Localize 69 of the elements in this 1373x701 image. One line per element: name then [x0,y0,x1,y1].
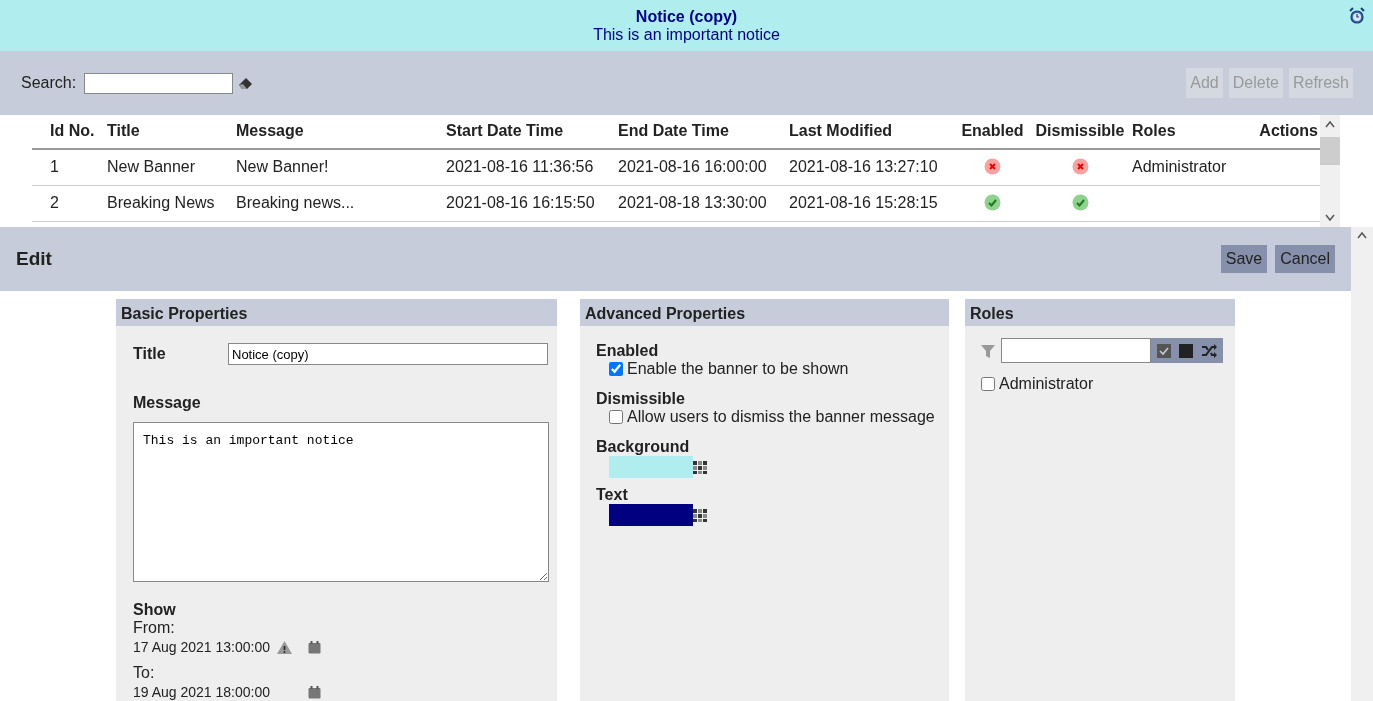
field-label: Dismissible [596,390,686,408]
field-label: Title [133,344,167,364]
table-cell: 2021-08-16 15:28:15 [789,194,938,211]
message-field[interactable]: This is an important notice [133,422,549,582]
table-cell: 2021-08-16 16:00:00 [618,158,767,175]
column-header: Id No. [50,122,95,139]
table-cell: 2021-08-16 11:36:56 [446,158,594,175]
column-header: End Date Time [618,122,729,139]
color-grid-icon[interactable] [693,460,707,474]
save-button[interactable]: Save [1220,245,1268,273]
alarm-clock-icon[interactable] [1349,7,1365,24]
search-field[interactable] [84,72,234,94]
column-header: Message [236,122,304,139]
table-cell: New Banner! [236,158,329,175]
table-cell: 2021-08-18 13:30:00 [618,194,767,211]
column-header: Enabled [961,122,1024,139]
checkbox-label: Enable the banner to be shown [627,360,849,378]
table-cell: 2021-08-16 16:15:50 [446,194,595,211]
date-value: 17 Aug 2021 13:00:00 [133,638,272,657]
shuffle-icon[interactable] [1201,343,1217,358]
scrollbar-thumb[interactable] [1320,137,1340,165]
color-swatch[interactable] [609,504,693,526]
scroll-down-icon[interactable] [1325,214,1335,222]
scroll-up-icon[interactable] [1357,231,1367,239]
banner-message: This is an important notice [593,26,780,43]
date-value: 19 Aug 2021 18:00:00 [133,683,272,701]
field-label: Message [133,393,202,413]
field-label: From: [133,619,176,637]
check-square-icon[interactable] [1157,343,1171,358]
square-icon[interactable] [1179,343,1193,358]
checkbox-label: Administrator [999,374,1094,394]
title-field[interactable]: Notice (copy) [228,343,548,365]
column-header: Actions [1259,122,1318,139]
field-label: To: [133,664,156,682]
table-cell: 1 [50,158,59,175]
color-grid-icon[interactable] [693,508,707,522]
column-header: Start Date Time [446,122,564,139]
section-title: Edit [16,246,52,271]
banner-title: Notice (copy) [635,8,738,26]
table-cell: Breaking News [107,194,215,211]
panel-header: Advanced Properties [580,299,949,326]
column-header: Roles [1132,122,1176,139]
checkbox[interactable] [981,377,995,391]
role-filter-field[interactable] [1001,338,1151,363]
panel-header: Basic Properties [116,299,557,326]
field-label: Background [596,438,691,456]
table-cell: New Banner [107,158,196,175]
table-cell: Administrator [1132,158,1227,175]
field-label: Enabled [596,342,660,360]
field-label: Text [596,486,629,504]
table-cell: Breaking news... [236,194,355,211]
column-header: Dismissible [1035,122,1125,139]
color-swatch[interactable] [609,456,693,478]
checkbox[interactable] [609,362,623,376]
eraser-icon[interactable] [237,76,255,90]
checkbox-label: Allow users to dismiss the banner message [627,408,935,426]
checkbox[interactable] [609,410,623,424]
cancel-button[interactable]: Cancel [1275,245,1335,273]
scroll-up-icon[interactable] [1325,120,1335,128]
table-cell: 2 [50,194,59,211]
panel-header: Roles [965,299,1235,326]
calendar-icon[interactable] [308,686,321,699]
table-cell: 2021-08-16 13:27:10 [789,158,938,175]
column-header: Last Modified [789,122,893,139]
filter-icon [980,342,996,359]
calendar-icon[interactable] [308,641,321,654]
column-header: Title [107,122,140,139]
field-label: Show [133,601,177,619]
search-label: Search: [21,73,77,93]
